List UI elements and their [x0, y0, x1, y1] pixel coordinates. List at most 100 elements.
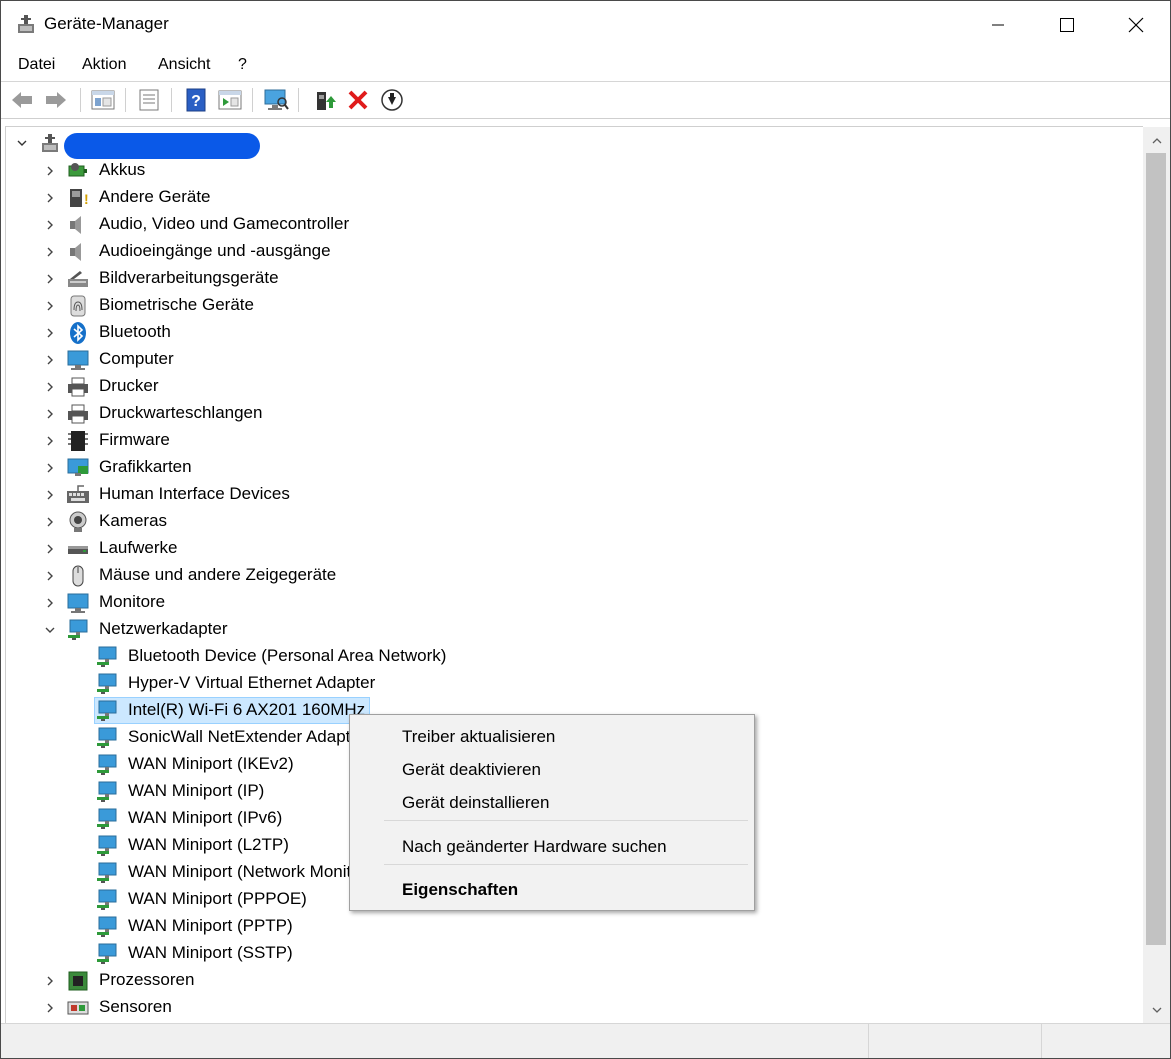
update-driver-icon	[317, 92, 336, 110]
chevron-right-icon[interactable]	[44, 246, 56, 258]
scan-hardware-icon	[264, 89, 289, 110]
chevron-right-icon[interactable]	[44, 327, 56, 339]
chevron-down-icon[interactable]	[16, 137, 28, 149]
tree-leaf-wan-miniport-sstp[interactable]: WAN Miniport (SSTP)	[6, 940, 1006, 967]
tree-category-laufwerke[interactable]: Laufwerke	[6, 535, 1006, 562]
tree-category-monitore[interactable]: Monitore	[6, 589, 1006, 616]
tree-item-label: WAN Miniport (Network Monitor)	[128, 862, 373, 881]
chevron-right-icon[interactable]	[44, 597, 56, 609]
properties-icon	[139, 89, 159, 111]
tree-category-netzwerkadapter[interactable]: Netzwerkadapter	[6, 616, 1006, 643]
minimize-button[interactable]	[963, 1, 1033, 49]
chevron-right-icon[interactable]	[44, 300, 56, 312]
properties-button[interactable]	[136, 87, 162, 113]
svg-text:?: ?	[191, 93, 201, 110]
title-bar: Geräte-Manager	[1, 1, 1170, 49]
forward-button[interactable]	[43, 87, 69, 113]
disable-device-button[interactable]	[379, 87, 405, 113]
tree-category-druckwarteschlangen[interactable]: Druckwarteschlangen	[6, 400, 1006, 427]
ctx-disable-device[interactable]: Gerät deaktivieren	[402, 760, 541, 780]
update-driver-button[interactable]	[311, 87, 337, 113]
tree-item-label: Akkus	[99, 160, 146, 179]
back-button[interactable]	[9, 87, 35, 113]
scanner-icon	[66, 267, 90, 291]
console-tree-button[interactable]	[90, 87, 116, 113]
tree-item-label: WAN Miniport (SSTP)	[128, 943, 293, 962]
tree-item-label: Bluetooth Device (Personal Area Network)	[128, 646, 447, 665]
ctx-properties[interactable]: Eigenschaften	[402, 880, 518, 900]
tree-category-audioeingänge-und-ausgänge[interactable]: Audioeingänge und -ausgänge	[6, 238, 1006, 265]
tree-category-akkus[interactable]: Akkus	[6, 157, 1006, 184]
tree-category-bildverarbeitungsgeräte[interactable]: Bildverarbeitungsgeräte	[6, 265, 1006, 292]
tree-leaf-bluetooth-device-personal-area-network[interactable]: Bluetooth Device (Personal Area Network)	[6, 643, 1006, 670]
menu-help[interactable]: ?	[238, 56, 247, 74]
tree-item-label: Drucker	[99, 376, 159, 395]
scroll-down-icon[interactable]	[1143, 998, 1170, 1022]
tree-category-drucker[interactable]: Drucker	[6, 373, 1006, 400]
close-button[interactable]	[1101, 1, 1170, 49]
tree-category-human-interface-devices[interactable]: Human Interface Devices	[6, 481, 1006, 508]
tree-item-label: Biometrische Geräte	[99, 295, 254, 314]
print-queue-icon	[66, 402, 90, 426]
tree-category-computer[interactable]: Computer	[6, 346, 1006, 373]
menu-aktion[interactable]: Aktion	[82, 56, 126, 74]
tree-category-andere-geräte[interactable]: ! Andere Geräte	[6, 184, 1006, 211]
chevron-right-icon[interactable]	[44, 489, 56, 501]
vertical-scrollbar[interactable]	[1143, 127, 1170, 1023]
chevron-right-icon[interactable]	[44, 975, 56, 987]
chevron-right-icon[interactable]	[44, 219, 56, 231]
scrollbar-thumb[interactable]	[1146, 153, 1166, 945]
tree-leaf-hyper-v-virtual-ethernet-adapter[interactable]: Hyper-V Virtual Ethernet Adapter	[6, 670, 1006, 697]
chevron-right-icon[interactable]	[44, 381, 56, 393]
ctx-scan-hardware[interactable]: Nach geänderter Hardware suchen	[402, 837, 667, 857]
menu-datei[interactable]: Datei	[18, 56, 55, 74]
action-pane-icon	[218, 90, 242, 110]
tree-item-label: Bildverarbeitungsgeräte	[99, 268, 279, 287]
chevron-right-icon[interactable]	[44, 435, 56, 447]
tree-item-label: Andere Geräte	[99, 187, 211, 206]
tree-item-label: Netzwerkadapter	[99, 619, 228, 638]
chevron-right-icon[interactable]	[44, 462, 56, 474]
chevron-right-icon[interactable]	[44, 543, 56, 555]
tree-item-label: SonicWall NetExtender Adapter	[128, 727, 366, 746]
tree-category-biometrische-geräte[interactable]: Biometrische Geräte	[6, 292, 1006, 319]
tree-category-firmware[interactable]: Firmware	[6, 427, 1006, 454]
tree-item-label: Intel(R) Wi-Fi 6 AX201 160MHz	[128, 700, 366, 719]
tree-category-audio-video-und-gamecontroller[interactable]: Audio, Video und Gamecontroller	[6, 211, 1006, 238]
ctx-uninstall-device[interactable]: Gerät deinstallieren	[402, 793, 549, 813]
tree-category-prozessoren[interactable]: Prozessoren	[6, 967, 1006, 994]
maximize-button[interactable]	[1032, 1, 1102, 49]
tree-category-mäuse-und-andere-zeigegeräte[interactable]: Mäuse und andere Zeigegeräte	[6, 562, 1006, 589]
chevron-down-icon[interactable]	[44, 624, 56, 636]
chevron-right-icon[interactable]	[44, 165, 56, 177]
network-adapter-icon	[95, 861, 119, 885]
network-adapter-icon	[95, 645, 119, 669]
action-pane-button[interactable]	[217, 87, 243, 113]
chevron-right-icon[interactable]	[44, 570, 56, 582]
scroll-up-icon[interactable]	[1143, 129, 1170, 153]
network-adapter-icon	[95, 915, 119, 939]
menu-ansicht[interactable]: Ansicht	[158, 56, 210, 74]
chevron-right-icon[interactable]	[44, 1002, 56, 1014]
tree-item-label: Laufwerke	[99, 538, 178, 557]
scan-hardware-button[interactable]	[263, 87, 289, 113]
chevron-right-icon[interactable]	[44, 273, 56, 285]
tree-category-sensoren[interactable]: Sensoren	[6, 994, 1006, 1021]
toolbar-border	[1, 118, 1170, 119]
tree-category-kameras[interactable]: Kameras	[6, 508, 1006, 535]
help-button[interactable]: ?	[183, 87, 209, 113]
tree-item-label: Audioeingänge und -ausgänge	[99, 241, 331, 260]
chevron-right-icon[interactable]	[44, 408, 56, 420]
back-arrow-icon	[12, 92, 32, 108]
tree-leaf-wan-miniport-pptp[interactable]: WAN Miniport (PPTP)	[6, 913, 1006, 940]
chevron-right-icon[interactable]	[44, 354, 56, 366]
mouse-icon	[66, 564, 90, 588]
chevron-right-icon[interactable]	[44, 516, 56, 528]
ctx-update-driver[interactable]: Treiber aktualisieren	[402, 727, 555, 747]
tree-root-computer[interactable]	[6, 129, 406, 159]
tree-category-grafikkarten[interactable]: Grafikkarten	[6, 454, 1006, 481]
tree-item-label: Hyper-V Virtual Ethernet Adapter	[128, 673, 376, 692]
uninstall-button[interactable]	[345, 87, 371, 113]
chevron-right-icon[interactable]	[44, 192, 56, 204]
tree-category-bluetooth[interactable]: Bluetooth	[6, 319, 1006, 346]
